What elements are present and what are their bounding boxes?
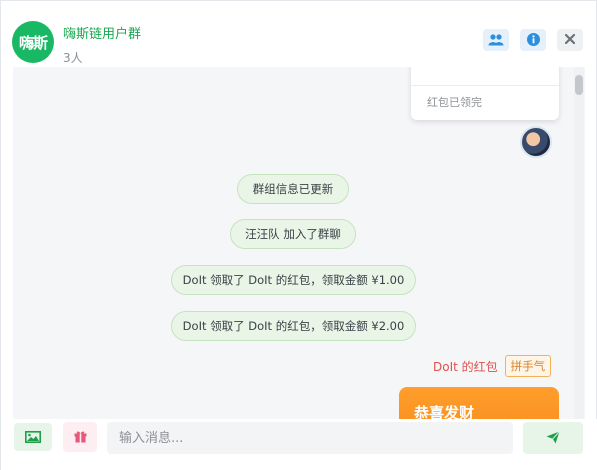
message-input[interactable] bbox=[107, 422, 513, 454]
member-count: 3人 bbox=[63, 51, 83, 65]
system-message: DoIt 领取了 DoIt 的红包，领取金额 ¥2.00 bbox=[171, 311, 416, 341]
info-icon bbox=[526, 31, 540, 50]
info-button[interactable] bbox=[520, 29, 546, 51]
message-list: 红包已领完 群组信息已更新 汪汪队 加入了群聊 DoIt 领取了 DoIt 的红… bbox=[13, 67, 585, 419]
system-message: 汪汪队 加入了群聊 bbox=[230, 219, 356, 249]
red-packet-type-tag: 拼手气 bbox=[504, 355, 552, 377]
system-message: DoIt 领取了 DoIt 的红包，领取金额 ¥1.00 bbox=[171, 265, 416, 295]
red-packet-bubble[interactable]: 恭喜发财 bbox=[399, 387, 559, 419]
members-button[interactable] bbox=[483, 29, 509, 51]
gift-icon bbox=[74, 428, 87, 447]
red-packet-status: 红包已领完 bbox=[427, 96, 482, 109]
input-bar bbox=[1, 419, 597, 470]
send-icon bbox=[546, 429, 560, 448]
group-name: 嗨斯链用户群 bbox=[63, 27, 142, 42]
close-button[interactable] bbox=[557, 29, 583, 51]
red-packet-sender-label: DoIt 的红包 bbox=[433, 359, 498, 374]
send-image-button[interactable] bbox=[14, 423, 52, 451]
users-icon bbox=[488, 31, 504, 50]
send-red-packet-button[interactable] bbox=[63, 422, 97, 452]
close-icon bbox=[564, 33, 576, 48]
chat-header: 嗨斯 嗨斯链用户群 3人 bbox=[1, 1, 597, 67]
scrollbar[interactable] bbox=[574, 67, 584, 419]
scrollbar-thumb[interactable] bbox=[575, 75, 583, 95]
chat-window: 嗨斯 嗨斯链用户群 3人 红包已领完 群组信息已更新 汪汪队 加入了群聊 DoI… bbox=[0, 0, 597, 470]
system-message: 群组信息已更新 bbox=[237, 174, 349, 204]
user-avatar[interactable] bbox=[520, 126, 552, 158]
card-divider bbox=[411, 85, 559, 86]
image-icon bbox=[25, 428, 41, 447]
send-button[interactable] bbox=[523, 422, 583, 454]
red-packet-card[interactable]: 红包已领完 bbox=[411, 67, 559, 120]
red-packet-header: DoIt 的红包 拼手气 bbox=[433, 355, 552, 377]
red-packet-greeting: 恭喜发财 bbox=[414, 404, 475, 419]
group-avatar: 嗨斯 bbox=[12, 21, 54, 63]
